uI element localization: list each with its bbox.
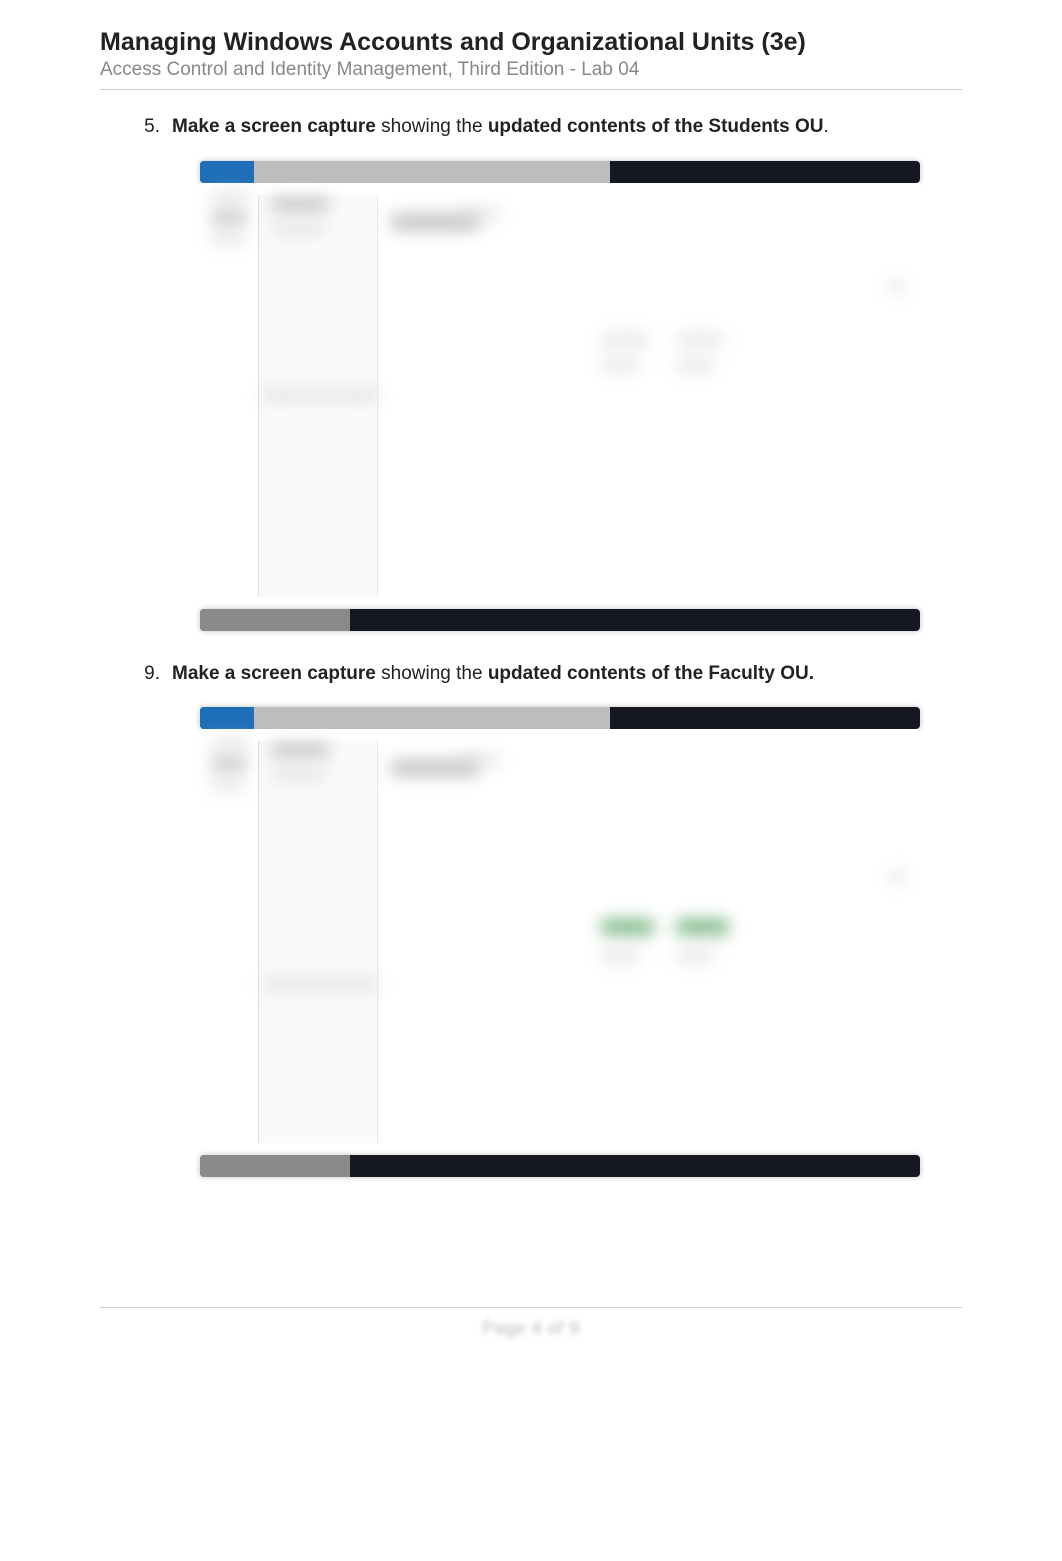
blur-item xyxy=(600,358,640,372)
blur-item-green xyxy=(600,919,655,935)
window-taskbar xyxy=(200,1155,920,1177)
instruction-number: 9. xyxy=(130,661,172,688)
blur-label xyxy=(210,211,248,225)
window-titlebar xyxy=(200,161,920,183)
instruction-mid: showing the xyxy=(376,663,488,684)
footer-page-number: Page 4 of 9 xyxy=(482,1318,580,1338)
instruction-period: . xyxy=(823,116,828,137)
window-titlebar xyxy=(200,707,920,729)
instruction-item: 9. Make a screen capture showing the upd… xyxy=(130,661,962,688)
page-header: Managing Windows Accounts and Organizati… xyxy=(100,28,962,90)
blur-status xyxy=(260,388,380,402)
taskbar-grey xyxy=(200,609,350,631)
titlebar-accent xyxy=(200,161,254,183)
instruction-text: Make a screen capture showing the update… xyxy=(172,661,962,688)
instruction-bold-suffix: updated contents of the Students OU xyxy=(488,116,824,137)
blur-label xyxy=(210,191,250,205)
blur-item xyxy=(600,949,640,963)
screenshot-students-ou xyxy=(200,161,920,631)
blur-item-green xyxy=(675,919,730,935)
window-body xyxy=(200,729,920,1155)
titlebar-grey xyxy=(254,707,610,729)
blur-status xyxy=(260,977,380,991)
blur-item xyxy=(600,333,650,347)
blur-label xyxy=(270,767,326,781)
blur-label xyxy=(460,207,500,221)
instruction-bold-suffix: updated contents of the Faculty OU. xyxy=(488,663,814,684)
blur-label xyxy=(270,221,326,235)
page-subtitle: Access Control and Identity Management, … xyxy=(100,59,962,81)
titlebar-grey xyxy=(254,161,610,183)
taskbar-grey xyxy=(200,1155,350,1177)
window-taskbar xyxy=(200,609,920,631)
titlebar-accent xyxy=(200,707,254,729)
blur-item xyxy=(675,949,715,963)
instruction-bold-prefix: Make a screen capture xyxy=(172,116,376,137)
instruction-number: 5. xyxy=(130,114,172,141)
blur-item xyxy=(675,333,725,347)
page-footer: Page 4 of 9 xyxy=(100,1307,962,1339)
instruction-mid: showing the xyxy=(376,116,488,137)
blur-icon xyxy=(889,278,905,294)
blur-label xyxy=(210,777,246,791)
screenshot-faculty-ou xyxy=(200,707,920,1177)
nav-col xyxy=(258,741,378,1143)
blur-item xyxy=(675,358,715,372)
window-body xyxy=(200,183,920,609)
instruction-item: 5. Make a screen capture showing the upd… xyxy=(130,114,962,141)
blur-label xyxy=(210,757,248,771)
instruction-text: Make a screen capture showing the update… xyxy=(172,114,962,141)
instruction-bold-prefix: Make a screen capture xyxy=(172,663,376,684)
blur-label xyxy=(210,231,246,245)
content-area: 5. Make a screen capture showing the upd… xyxy=(100,114,962,1177)
page-title: Managing Windows Accounts and Organizati… xyxy=(100,28,962,57)
blur-icon xyxy=(889,869,905,885)
blur-label xyxy=(270,197,330,211)
blur-label xyxy=(210,737,250,751)
blur-label xyxy=(460,753,500,767)
blur-label xyxy=(270,743,330,757)
